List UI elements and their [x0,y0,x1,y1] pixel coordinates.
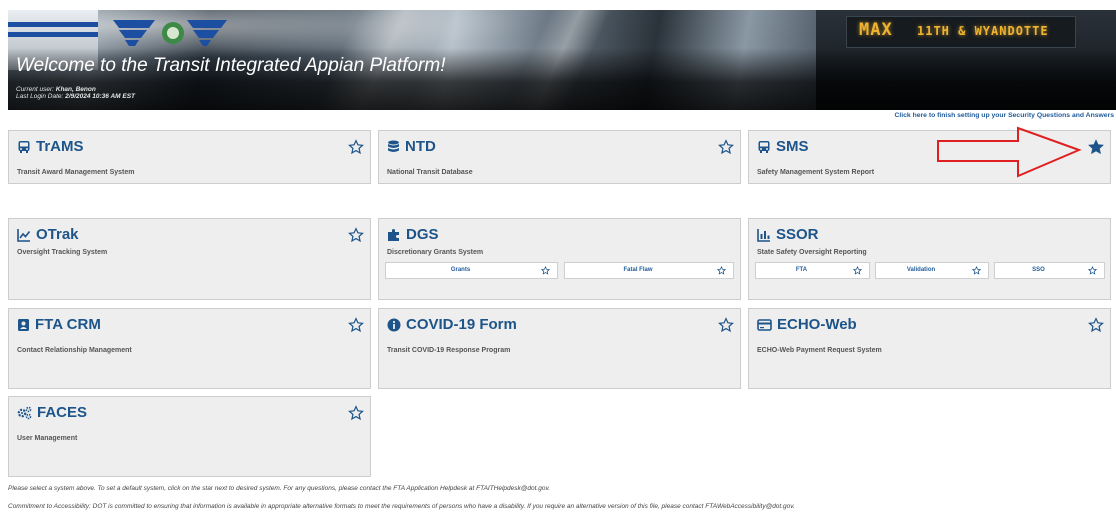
card-title: TrAMS [36,138,84,155]
star-outline-icon[interactable] [348,139,364,155]
system-card-ntd[interactable]: NTD National Transit Database [378,130,741,184]
star-outline-icon[interactable] [717,266,726,275]
instructions-text: Please select a system above. To set a d… [8,485,551,492]
system-card-covid-19-form[interactable]: COVID-19 Form Transit COVID-19 Response … [378,308,741,389]
sub-system-sso-button[interactable]: SSO [994,262,1105,279]
sub-system-validation-button[interactable]: Validation [875,262,989,279]
card-subtitle: Safety Management System Report [757,169,875,176]
welcome-banner: MAX 11TH & WYANDOTTE Welcome to the Tran… [8,10,1116,110]
star-outline-icon[interactable] [1088,317,1104,333]
line-chart-icon [17,228,31,242]
sub-system-fta-button[interactable]: FTA [755,262,870,279]
last-login-date: 2/9/2024 10:36 AM EST [65,93,136,100]
current-user-name: Khan, Benon [55,86,96,93]
card-subtitle: State Safety Oversight Reporting [757,249,867,256]
bus-destination-sign: MAX 11TH & WYANDOTTE [846,16,1076,48]
star-outline-icon[interactable] [348,317,364,333]
card-title: SSOR [776,226,819,243]
card-subtitle: National Transit Database [387,169,473,176]
card-title: ECHO-Web [777,316,857,333]
star-outline-icon[interactable] [718,139,734,155]
star-outline-icon[interactable] [348,405,364,421]
sub-system-grants-button[interactable]: Grants [385,262,558,279]
card-title: NTD [405,138,436,155]
bus-icon [18,140,30,153]
info-circle-icon [387,318,401,331]
card-subtitle: Transit COVID-19 Response Program [387,347,511,354]
gears-icon [17,406,32,419]
system-card-dgs[interactable]: DGS Discretionary Grants System Grants F… [378,218,741,300]
puzzle-icon [388,228,399,241]
card-title: FACES [37,404,88,421]
card-subtitle: Contact Relationship Management [17,347,132,354]
star-outline-icon[interactable] [972,266,981,275]
accessibility-statement: Commitment to Accessibility: DOT is comm… [8,503,795,510]
bar-chart-icon [757,228,770,242]
star-outline-icon[interactable] [348,227,364,243]
system-card-ssor[interactable]: SSOR State Safety Oversight Reporting FT… [748,218,1111,300]
card-subtitle: Discretionary Grants System [387,249,484,256]
card-subtitle: Transit Award Management System [17,169,135,176]
red-arrow-annotation-icon [937,126,1082,178]
card-title: SMS [776,138,809,155]
star-outline-icon[interactable] [718,317,734,333]
system-card-otrak[interactable]: OTrak Oversight Tracking System [8,218,371,300]
system-card-fta-crm[interactable]: FTA CRM Contact Relationship Management [8,308,371,389]
last-login-line: Last Login Date: 2/9/2024 10:36 AM EST [16,93,136,100]
payment-card-icon [757,318,772,331]
card-subtitle: ECHO-Web Payment Request System [757,347,882,354]
security-questions-link[interactable]: Click here to finish setting up your Sec… [894,112,1114,119]
card-title: COVID-19 Form [406,316,517,333]
bus-icon [758,140,770,153]
card-title: FTA CRM [35,316,101,333]
system-card-trams[interactable]: TrAMS Transit Award Management System [8,130,371,184]
fta-logo-icon [113,20,227,46]
star-outline-icon[interactable] [853,266,862,275]
card-title: OTrak [36,226,79,243]
welcome-title: Welcome to the Transit Integrated Appian… [16,55,446,76]
card-subtitle: User Management [17,435,78,442]
sub-system-fatal-flaw-button[interactable]: Fatal Flaw [564,262,734,279]
current-user-line: Current user: Khan, Benon [16,86,96,93]
system-card-faces[interactable]: FACES User Management [8,396,371,477]
card-subtitle: Oversight Tracking System [17,249,108,256]
database-icon [388,140,399,152]
star-filled-icon[interactable] [1088,139,1104,155]
contact-card-icon [18,318,29,331]
system-card-echo-web[interactable]: ECHO-Web ECHO-Web Payment Request System [748,308,1111,389]
star-outline-icon[interactable] [541,266,550,275]
star-outline-icon[interactable] [1088,266,1097,275]
card-title: DGS [406,226,439,243]
